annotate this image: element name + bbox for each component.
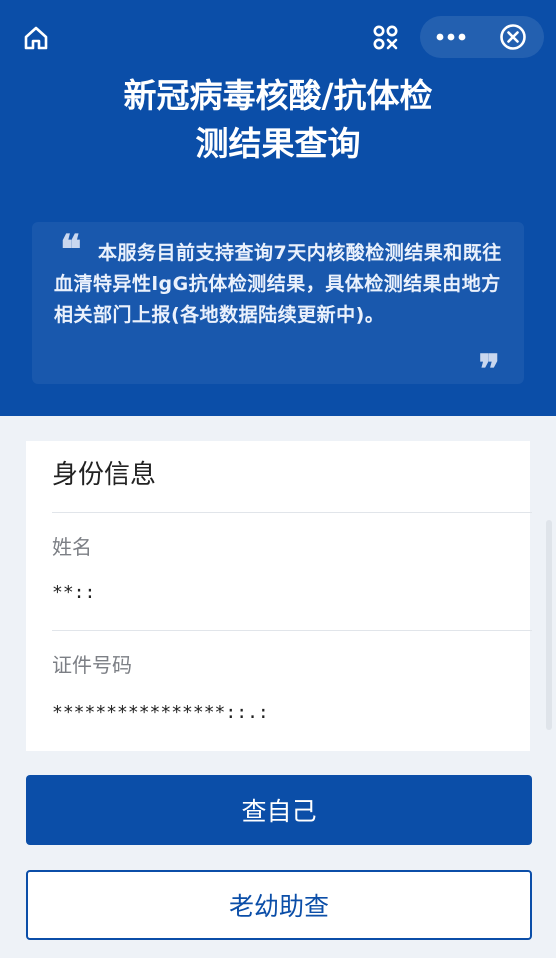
home-button[interactable] [20, 22, 52, 54]
name-value: **:: [52, 582, 96, 603]
page-title: 新冠病毒核酸/抗体检 测结果查询 [0, 72, 556, 168]
divider [52, 630, 532, 631]
header-banner: 新冠病毒核酸/抗体检 测结果查询 ❝ 本服务目前支持查询7天内核酸检测结果和既往… [0, 0, 556, 416]
mini-program-capsule [420, 16, 544, 58]
notice-text: 本服务目前支持查询7天内核酸检测结果和既往血清特异性lgG抗体检测结果，具体检测… [54, 242, 502, 326]
id-number-label: 证件号码 [52, 653, 132, 677]
more-button[interactable] [420, 16, 482, 58]
qr-scan-button[interactable] [366, 20, 406, 56]
more-dots-icon [436, 33, 466, 41]
home-icon [24, 26, 48, 50]
identity-section-title: 身份信息 [52, 460, 157, 490]
service-notice: ❝ 本服务目前支持查询7天内核酸检测结果和既往血清特异性lgG抗体检测结果，具体… [32, 222, 524, 390]
close-circle-icon [500, 24, 526, 50]
close-button[interactable] [482, 16, 544, 58]
page-title-line1: 新冠病毒核酸/抗体检 [123, 76, 433, 115]
scrollbar[interactable] [546, 520, 552, 730]
page-title-line2: 测结果查询 [195, 124, 361, 163]
identity-card: 身份信息 姓名 **:: 证件号码 ****************::.: [26, 441, 532, 751]
quote-close-icon: ❞ [478, 346, 500, 393]
query-self-button[interactable]: 查自己 [26, 775, 532, 845]
name-label: 姓名 [52, 535, 92, 559]
divider [52, 512, 532, 513]
id-number-value: ****************::.: [52, 702, 269, 723]
page: 新冠病毒核酸/抗体检 测结果查询 ❝ 本服务目前支持查询7天内核酸检测结果和既往… [0, 0, 556, 958]
assisted-query-button[interactable]: 老幼助查 [26, 870, 532, 940]
qr-scan-icon [373, 25, 398, 50]
